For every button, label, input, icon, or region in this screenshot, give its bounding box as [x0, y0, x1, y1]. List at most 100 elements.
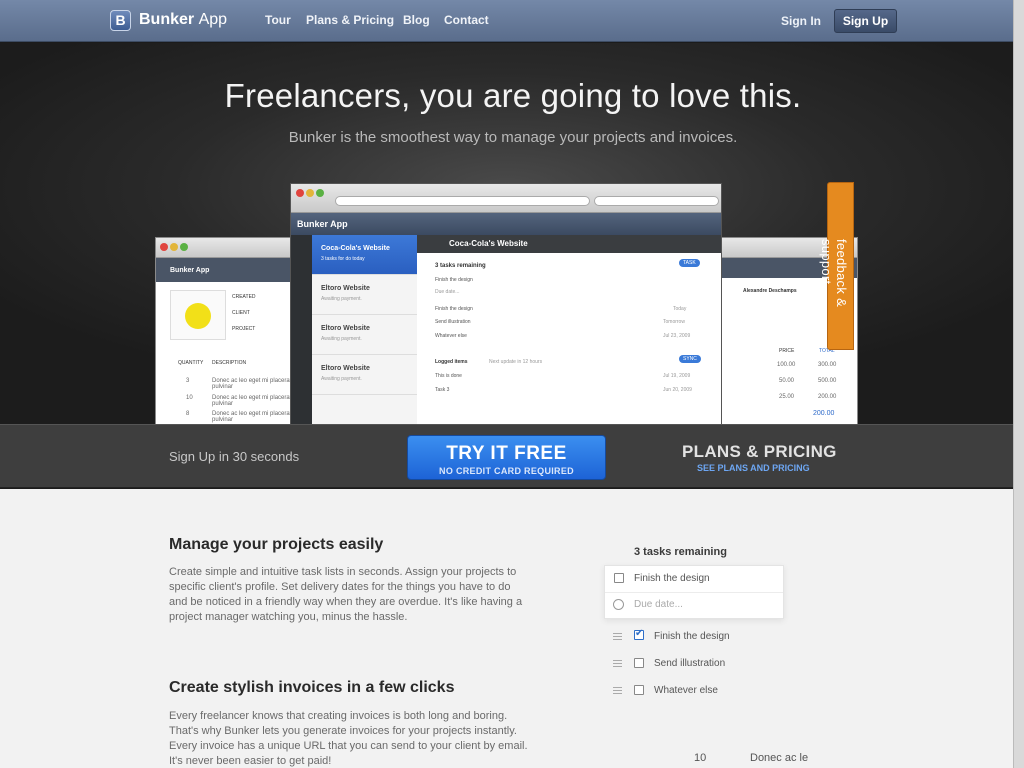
task-checkbox[interactable] — [634, 685, 644, 695]
price-cell: 50.00 — [779, 378, 795, 384]
task-date: Jul 23, 2009 — [663, 333, 691, 339]
label-created: CREATED — [232, 294, 256, 300]
new-task-input[interactable]: Finish the design — [634, 573, 710, 584]
nav-link-contact[interactable]: Contact — [444, 13, 489, 27]
signup-tagline: Sign Up in 30 seconds — [169, 449, 300, 464]
window-titlebar — [156, 238, 295, 258]
feedback-label: feedback & support — [819, 239, 849, 308]
section-body-invoices: Every freelancer knows that creating inv… — [169, 710, 528, 767]
price-cell: 25.00 — [779, 394, 795, 400]
logged-label: Logged items — [435, 359, 468, 365]
project-item: Coca-Cola's Website 3 tasks for do today — [312, 235, 417, 275]
project-item: Eltoro Website Awaiting payment. — [312, 355, 417, 395]
drag-handle-icon[interactable] — [613, 633, 622, 640]
invoice-desc-preview: Donec ac le — [750, 752, 809, 764]
row-qty: 10 — [186, 395, 193, 401]
logged-date: Jun 20, 2009 — [663, 387, 692, 393]
row-desc: Donec ac leo eget mi placerat pulvinar — [212, 411, 292, 423]
brand-bold: Bunker — [139, 11, 195, 28]
client-name: Alexandre Deschamps — [743, 288, 797, 294]
screenshot-invoice-window: Bunker App CREATED CLIENT PROJECT QUANTI… — [155, 237, 296, 424]
minimize-dot-icon — [306, 189, 314, 197]
task-item: Send illustration — [435, 319, 471, 325]
app-title: Bunker App — [297, 219, 348, 229]
task-label: Send illustration — [654, 658, 726, 669]
panel-tasks-remaining: 3 tasks remaining — [634, 546, 727, 558]
task-checkbox-checked[interactable] — [634, 628, 644, 640]
close-dot-icon — [296, 189, 304, 197]
row-qty: 8 — [186, 411, 190, 417]
minimize-dot-icon — [170, 243, 178, 251]
logged-item: Task 3 — [435, 387, 450, 393]
plans-pricing-title[interactable]: PLANS & PRICING — [682, 442, 837, 462]
search-bar — [594, 196, 719, 206]
project-item: Eltoro Website Awaiting payment. — [312, 315, 417, 355]
nav-link-blog[interactable]: Blog — [403, 13, 430, 27]
section-title-invoices: Create stylish invoices in a few clicks — [169, 679, 455, 696]
row-qty: 3 — [186, 378, 190, 384]
nav-link-tour[interactable]: Tour — [265, 13, 291, 27]
brand-name[interactable]: Bunker App — [139, 11, 227, 29]
col-price: PRICE — [779, 348, 795, 354]
row-desc: Donec ac leo eget mi placerat pulvinar — [212, 395, 292, 407]
window-titlebar — [291, 184, 721, 213]
task-item: Whatever else — [435, 333, 467, 339]
invoice-qty-preview: 10 — [694, 752, 707, 764]
detail-title: Coca-Cola's Website — [449, 239, 528, 248]
task-checkbox[interactable] — [634, 658, 644, 668]
section-title-projects: Manage your projects easily — [169, 536, 384, 553]
address-bar — [335, 196, 590, 206]
row-desc: Donec ac leo eget mi placerat pulvinar — [212, 378, 292, 390]
label-project: PROJECT — [232, 326, 256, 332]
window-header: Bunker App — [156, 258, 295, 282]
sign-up-button[interactable]: Sign Up — [834, 9, 897, 33]
window-scrollbar[interactable] — [1013, 0, 1024, 768]
hero-title: Freelancers, you are going to love this. — [224, 77, 802, 114]
task-label: Whatever else — [654, 685, 718, 696]
drag-handle-icon[interactable] — [613, 687, 622, 694]
logged-item: This is done — [435, 373, 462, 379]
project-title: Eltoro Website — [321, 285, 370, 292]
hero-subtitle: Bunker is the smoothest way to manage yo… — [288, 129, 738, 146]
project-detail: Coca-Cola's Website 3 tasks remaining TA… — [417, 235, 721, 424]
try-sub-label: NO CREDIT CARD REQUIRED — [439, 466, 574, 476]
due-date-input[interactable]: Due date... — [634, 599, 683, 610]
total-cell: 300.00 — [818, 362, 837, 368]
zoom-dot-icon — [180, 243, 188, 251]
try-it-free-button[interactable]: TRY IT FREE NO CREDIT CARD REQUIRED — [407, 435, 606, 480]
project-sub: Awaiting payment. — [321, 376, 362, 382]
feedback-support-tab[interactable]: feedback & support — [819, 182, 854, 350]
detail-header: Coca-Cola's Website — [417, 235, 721, 253]
client-logo-box — [170, 290, 226, 340]
task-label: Finish the design — [654, 631, 730, 642]
project-title: Eltoro Website — [321, 365, 370, 372]
nav-link-plans-pricing[interactable]: Plans & Pricing — [306, 13, 394, 27]
cta-bar: Sign Up in 30 seconds TRY IT FREE NO CRE… — [0, 424, 1013, 488]
screenshot-app-window: Bunker App Coca-Cola's Website 3 tasks f… — [290, 183, 722, 424]
section-body-projects: Create simple and intuitive task lists i… — [169, 566, 523, 623]
logo-icon[interactable]: B — [110, 10, 131, 31]
project-sub: Awaiting payment. — [321, 296, 362, 302]
project-sub: Awaiting payment. — [321, 336, 362, 342]
logged-date: Jul 19, 2009 — [663, 373, 691, 379]
client-logo-icon — [185, 303, 211, 329]
zoom-dot-icon — [316, 189, 324, 197]
see-plans-link[interactable]: SEE PLANS AND PRICING — [697, 463, 810, 473]
app-header: Bunker App — [291, 213, 721, 235]
top-nav: B Bunker App Tour Plans & Pricing Blog C… — [0, 0, 1013, 42]
task-date: Tomorrow — [663, 319, 685, 325]
col-quantity: QUANTITY — [178, 360, 204, 366]
project-sub: 3 tasks for do today — [321, 256, 365, 262]
project-list: Coca-Cola's Website 3 tasks for do today… — [312, 235, 417, 424]
sign-in-link[interactable]: Sign In — [781, 14, 821, 28]
tasks-remaining: 3 tasks remaining — [435, 263, 486, 269]
project-title: Coca-Cola's Website — [321, 245, 390, 252]
clock-icon — [613, 599, 624, 610]
sync-button: SYNC — [679, 355, 701, 363]
col-description: DESCRIPTION — [212, 360, 247, 366]
window-title: Bunker App — [170, 267, 210, 274]
drag-handle-icon[interactable] — [613, 660, 622, 667]
task-date: Today — [673, 306, 687, 312]
label-client: CLIENT — [232, 310, 250, 316]
new-task-checkbox[interactable] — [614, 573, 624, 583]
